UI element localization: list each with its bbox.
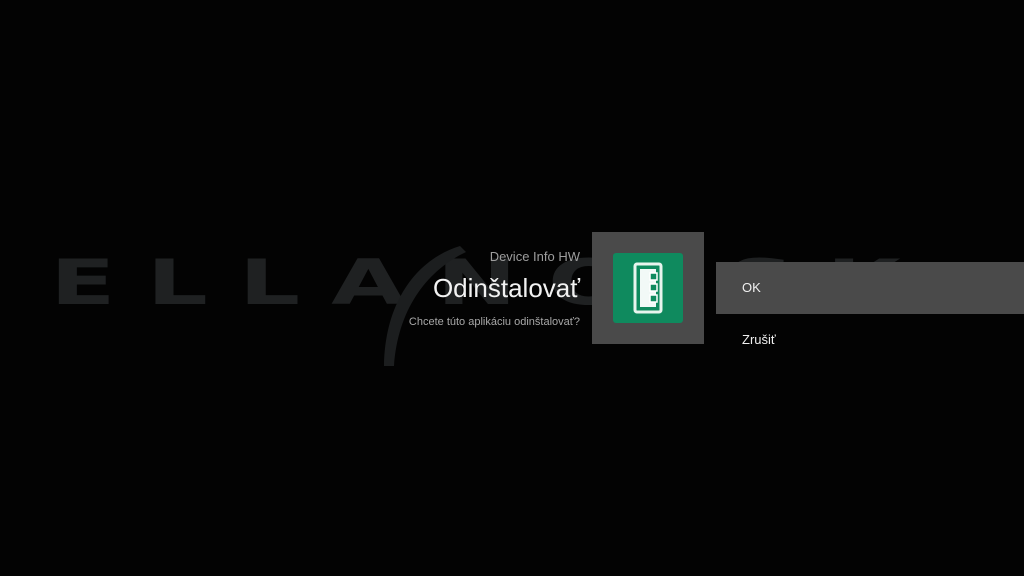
dialog-title: Odinštalovať [432,273,580,303]
dialog-info: Device Info HW Odinštalovať Chcete túto … [409,248,580,330]
action-list: OK Zrušiť [716,262,1024,366]
device-info-icon [613,253,683,323]
cancel-button[interactable]: Zrušiť [716,314,1024,366]
app-icon-tile [592,232,704,344]
dialog-message: Chcete túto aplikáciu odinštalovať? [408,316,580,328]
uninstall-dialog-screen: ELLANO.SK Device Info HW Odinštalovať Ch… [0,0,1024,576]
device-info-icon-glyph [633,262,663,314]
ok-button[interactable]: OK [716,262,1024,314]
app-name: Device Info HW [489,249,580,264]
